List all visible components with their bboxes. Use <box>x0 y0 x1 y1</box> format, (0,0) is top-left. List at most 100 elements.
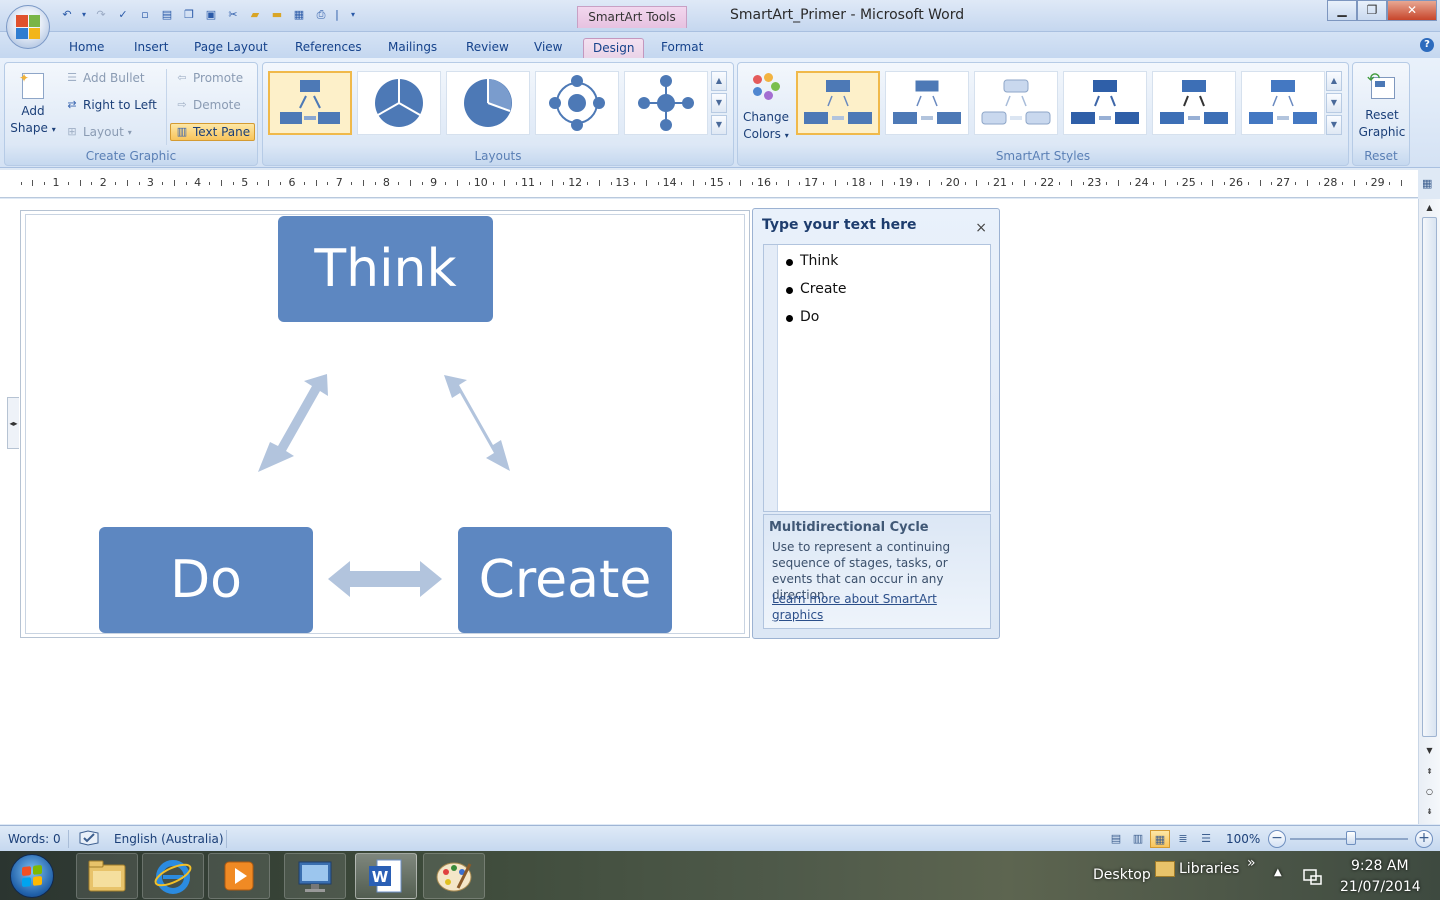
style-intense-thumbnail[interactable] <box>1152 71 1236 135</box>
proofing-icon[interactable] <box>78 829 100 850</box>
document-area[interactable]: ◂▸ Think Create Do Type your text here ×… <box>0 199 1418 824</box>
taskbar-remote-desktop[interactable] <box>284 853 346 899</box>
tab-home[interactable]: Home <box>60 38 113 60</box>
zoom-level[interactable]: 100% <box>1226 832 1260 846</box>
taskbar-word[interactable]: W <box>355 853 417 899</box>
gallery-more-icon[interactable]: ▼ <box>711 115 727 135</box>
print-preview-icon[interactable]: ▤ <box>158 7 176 23</box>
zoom-in-icon[interactable]: + <box>1415 830 1433 848</box>
text-pane-item[interactable]: Think <box>785 253 838 269</box>
style-subtle-thumbnail[interactable] <box>974 71 1058 135</box>
scroll-down-icon[interactable]: ▼ <box>1422 744 1437 758</box>
reset-graphic-button[interactable]: ↶ Reset Graphic <box>1355 71 1409 141</box>
promote-button[interactable]: ⇦ Promote <box>175 69 243 87</box>
horizontal-ruler[interactable]: 1 2 3 4 5 6 7 8 9 10 11 12 13 14 15 16 17 18 19 20 21 22 23 24 2… <box>0 170 1418 198</box>
language-indicator[interactable]: English (Australia) <box>114 832 224 846</box>
node-do[interactable]: Do <box>99 527 313 633</box>
taskbar-explorer[interactable] <box>76 853 138 899</box>
libraries-toolbar[interactable]: Libraries <box>1179 861 1239 877</box>
tab-mailings[interactable]: Mailings <box>379 38 446 60</box>
print-icon[interactable]: ⎙ <box>312 7 330 23</box>
network-icon[interactable] <box>1303 868 1323 889</box>
tab-insert[interactable]: Insert <box>125 38 177 60</box>
gallery-scroll-up-icon[interactable]: ▲ <box>1326 71 1342 91</box>
taskbar-media-player[interactable] <box>208 853 270 899</box>
layout-hierarchy-thumbnail[interactable] <box>268 71 352 135</box>
style-simple-fill-thumbnail[interactable] <box>796 71 880 135</box>
paste-icon[interactable]: ▣ <box>202 7 220 23</box>
undo-icon[interactable]: ↶ <box>58 7 76 23</box>
copy-icon[interactable]: ❐ <box>180 7 198 23</box>
layout-button[interactable]: ⊞ Layout ▾ <box>65 123 131 141</box>
folder-icon[interactable]: ▬ <box>268 7 286 23</box>
right-to-left-button[interactable]: ⇄ Right to Left <box>65 96 156 114</box>
full-screen-reading-icon[interactable]: ▥ <box>1128 830 1148 848</box>
tab-page-layout[interactable]: Page Layout <box>185 38 277 60</box>
tab-review[interactable]: Review <box>457 38 518 60</box>
previous-page-icon[interactable]: ⇞ <box>1422 765 1437 779</box>
zoom-slider-thumb[interactable] <box>1346 831 1356 845</box>
view-ruler-toggle[interactable]: ▦ <box>1418 170 1440 198</box>
insert-picture-icon[interactable]: ▦ <box>290 7 308 23</box>
layout-pie-thumbnail[interactable] <box>446 71 530 135</box>
style-polished-thumbnail[interactable] <box>1241 71 1325 135</box>
gallery-scroll-down-icon[interactable]: ▼ <box>1326 93 1342 113</box>
gallery-more-icon[interactable]: ▼ <box>1326 115 1342 135</box>
learn-more-link[interactable]: Learn more about SmartArt graphics <box>772 591 962 623</box>
text-pane-item[interactable]: Create <box>786 281 847 297</box>
bullet-list-icon: ☰ <box>67 71 77 84</box>
layout-diverging-thumbnail[interactable] <box>624 71 708 135</box>
cut-icon[interactable]: ✂ <box>224 7 242 23</box>
desktop-toolbar[interactable]: Desktop <box>1093 867 1151 883</box>
text-pane-button[interactable]: ▥ Text Pane <box>170 123 256 141</box>
node-create[interactable]: Create <box>458 527 672 633</box>
text-pane-item[interactable]: Do <box>785 309 819 325</box>
text-pane-list[interactable]: Think Create Do <box>763 244 991 512</box>
word-count[interactable]: Words: 0 <box>8 832 61 846</box>
gallery-scroll-up-icon[interactable]: ▲ <box>711 71 727 91</box>
gallery-scroll-down-icon[interactable]: ▼ <box>711 93 727 113</box>
style-white-outline-thumbnail[interactable] <box>885 71 969 135</box>
start-button[interactable] <box>10 854 54 898</box>
customize-qat-icon[interactable]: ▾ <box>344 7 362 23</box>
tab-format[interactable]: Format <box>652 38 712 60</box>
draft-view-icon[interactable]: ☰ <box>1196 830 1216 848</box>
text-pane-close-icon[interactable]: × <box>975 220 987 236</box>
taskbar-internet-explorer[interactable] <box>142 853 204 899</box>
zoom-out-icon[interactable]: − <box>1268 830 1286 848</box>
tab-design[interactable]: Design <box>583 38 645 60</box>
next-page-icon[interactable]: ⇟ <box>1422 805 1437 819</box>
maximize-button[interactable]: ❐ <box>1357 0 1387 21</box>
open-icon[interactable]: ▰ <box>246 7 264 23</box>
redo-icon[interactable]: ↷ <box>92 7 110 23</box>
layout-radial-thumbnail[interactable] <box>535 71 619 135</box>
close-button[interactable]: ✕ <box>1387 0 1437 21</box>
toolbar-overflow-chevron[interactable]: » <box>1247 855 1256 871</box>
print-layout-view-icon[interactable]: ▤ <box>1106 830 1126 848</box>
help-icon[interactable]: ? <box>1420 38 1434 52</box>
tab-view[interactable]: View <box>525 38 571 60</box>
select-browse-object-icon[interactable]: ○ <box>1422 785 1437 799</box>
outline-view-icon[interactable]: ≣ <box>1173 830 1193 848</box>
style-moderate-thumbnail[interactable] <box>1063 71 1147 135</box>
change-colors-button[interactable]: Change Colors ▾ <box>740 73 792 144</box>
tab-references[interactable]: References <box>286 38 371 60</box>
add-bullet-button[interactable]: ☰ Add Bullet <box>65 69 145 87</box>
add-shape-button[interactable]: ✦ Add Shape ▾ <box>7 71 59 138</box>
scroll-up-icon[interactable]: ▲ <box>1422 201 1437 215</box>
new-document-icon[interactable]: ▫ <box>136 7 154 23</box>
demote-button[interactable]: ⇨ Demote <box>175 96 240 114</box>
undo-dropdown-icon[interactable]: ▾ <box>80 7 88 23</box>
layout-cycle-thumbnail[interactable] <box>357 71 441 135</box>
clock-date[interactable]: 21/07/2014 <box>1340 879 1421 895</box>
office-button[interactable] <box>6 5 50 49</box>
taskbar-paint[interactable] <box>423 853 485 899</box>
clock-time[interactable]: 9:28 AM <box>1351 858 1409 874</box>
minimize-button[interactable]: ▁ <box>1327 0 1357 21</box>
scrollbar-thumb[interactable] <box>1422 217 1437 737</box>
node-think[interactable]: Think <box>278 216 493 322</box>
vertical-scrollbar[interactable]: ▲ ▼ ⇞ ○ ⇟ <box>1418 199 1440 824</box>
web-layout-icon[interactable]: ▦ <box>1150 830 1170 848</box>
show-hidden-icons-icon[interactable]: ▲ <box>1274 867 1282 878</box>
spelling-icon[interactable]: ✓ <box>114 7 132 23</box>
